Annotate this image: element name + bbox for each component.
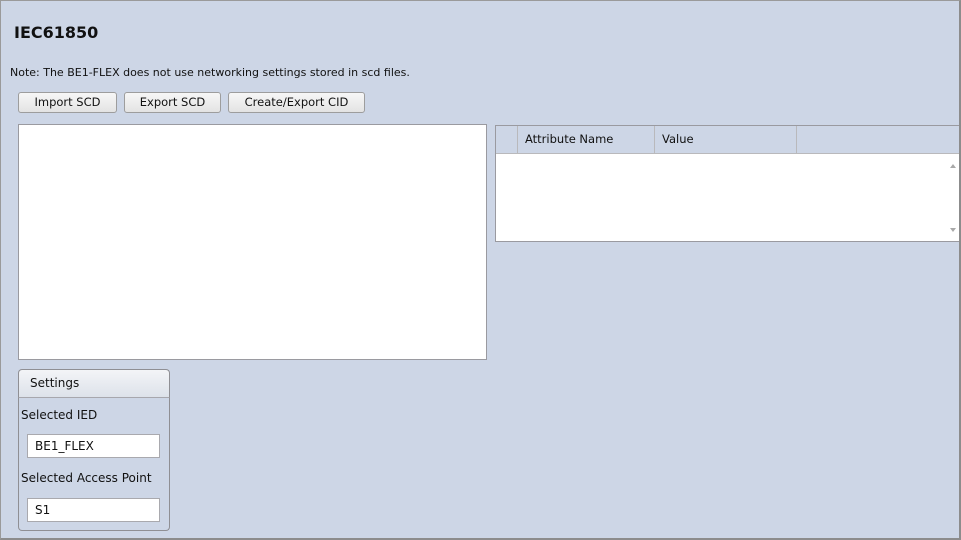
page-title: IEC61850: [14, 23, 99, 42]
scd-tree-view[interactable]: [18, 124, 487, 360]
networking-note: Note: The BE1-FLEX does not use networki…: [10, 66, 410, 79]
attribute-grid-scrollbar[interactable]: [946, 154, 959, 241]
selected-access-point-field[interactable]: S1: [27, 498, 160, 522]
selected-access-point-label: Selected Access Point: [21, 471, 152, 485]
attribute-grid-header: Attribute Name Value: [496, 126, 959, 154]
value-column-header[interactable]: Value: [655, 126, 797, 153]
attribute-grid[interactable]: Attribute Name Value: [495, 125, 959, 242]
attribute-name-column-header[interactable]: Attribute Name: [518, 126, 655, 153]
scroll-down-arrow-icon[interactable]: [950, 228, 956, 232]
selected-ied-label: Selected IED: [21, 408, 98, 422]
export-scd-button[interactable]: Export SCD: [124, 92, 221, 113]
create-export-cid-button[interactable]: Create/Export CID: [228, 92, 365, 113]
scroll-up-arrow-icon[interactable]: [950, 164, 956, 168]
selected-ied-field[interactable]: BE1_FLEX: [27, 434, 160, 458]
iec61850-window: IEC61850 Note: The BE1-FLEX does not use…: [0, 0, 961, 540]
filler-column-header: [797, 126, 959, 153]
import-scd-button[interactable]: Import SCD: [18, 92, 117, 113]
row-header-cell[interactable]: [496, 126, 518, 153]
settings-group-header: Settings: [18, 369, 170, 397]
